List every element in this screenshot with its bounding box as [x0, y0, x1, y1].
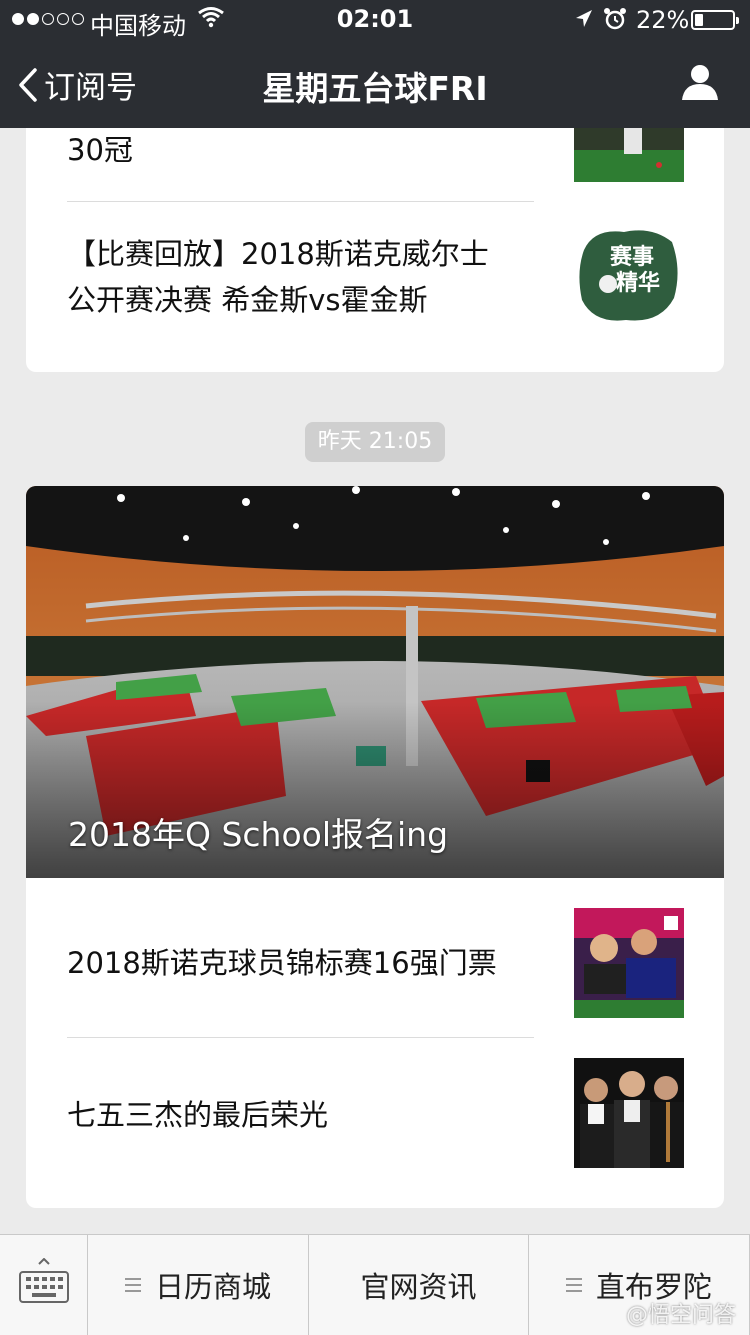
stamp-text: 精华: [616, 270, 660, 296]
article-thumbnail[interactable]: [574, 908, 684, 1018]
menu-item-calendar-shop[interactable]: 日历商城: [88, 1235, 309, 1335]
list-item[interactable]: 【比赛回放】2018斯诺克威尔士 公开赛决赛 希金斯vs霍金斯: [67, 231, 489, 323]
back-button-label: 订阅号: [44, 70, 137, 106]
keyboard-icon: [19, 1258, 69, 1303]
article-card: 30冠 【比赛回放】2018斯诺克威尔士 公开赛决赛 希金斯vs霍金斯 赛事 精…: [26, 110, 724, 372]
menu-item-official-news[interactable]: 官网资讯: [309, 1235, 529, 1335]
battery-icon: [691, 10, 739, 30]
menu-item-label: 日历商城: [154, 1270, 271, 1304]
list-item[interactable]: 七五三杰的最后荣光: [67, 1092, 328, 1138]
article-title: 七五三杰的最后荣光: [67, 1098, 329, 1132]
bottom-menu: 日历商城 官网资讯 直布罗陀 @悟空问答: [0, 1234, 750, 1335]
article-thumbnail[interactable]: [574, 1058, 684, 1168]
profile-icon[interactable]: [680, 62, 720, 102]
highlights-stamp-thumbnail[interactable]: 赛事 精华: [574, 220, 684, 330]
article-title-line: 【比赛回放】2018斯诺克威尔士: [67, 237, 489, 271]
navigation-bar: 订阅号 星期五台球FRI: [0, 40, 750, 128]
article-title-line: 公开赛决赛 希金斯vs霍金斯: [67, 283, 428, 317]
battery-percentage: 22%: [636, 6, 690, 34]
article-title-partial[interactable]: 30冠: [67, 127, 133, 173]
article-card: 2018年Q School报名ing 2018斯诺克球员锦标赛16强门票 七五三…: [26, 486, 724, 1208]
article-title: 2018斯诺克球员锦标赛16强门票: [67, 946, 497, 980]
hero-article[interactable]: 2018年Q School报名ing: [26, 486, 724, 878]
hero-title: 2018年Q School报名ing: [68, 815, 449, 854]
watermark: @悟空问答: [625, 1303, 736, 1328]
timestamp-badge: 昨天 21:05: [305, 422, 445, 462]
location-arrow-icon: [576, 10, 592, 27]
menu-item-label: 官网资讯: [360, 1270, 477, 1304]
back-button[interactable]: 订阅号: [18, 62, 137, 107]
chevron-left-icon: [19, 67, 37, 102]
keyboard-toggle-button[interactable]: [0, 1235, 88, 1335]
list-item[interactable]: 2018斯诺克球员锦标赛16强门票: [67, 940, 497, 986]
alarm-clock-icon: [604, 8, 626, 30]
stamp-text: 赛事: [609, 244, 654, 270]
menu-list-icon: [124, 1278, 141, 1292]
top-bar: 中国移动 02:01 22% 订阅号 星期五台球FRI: [0, 0, 750, 128]
divider: [67, 201, 534, 202]
divider: [67, 1037, 534, 1038]
status-bar: 中国移动 02:01 22%: [0, 0, 750, 40]
menu-list-icon: [565, 1278, 582, 1292]
